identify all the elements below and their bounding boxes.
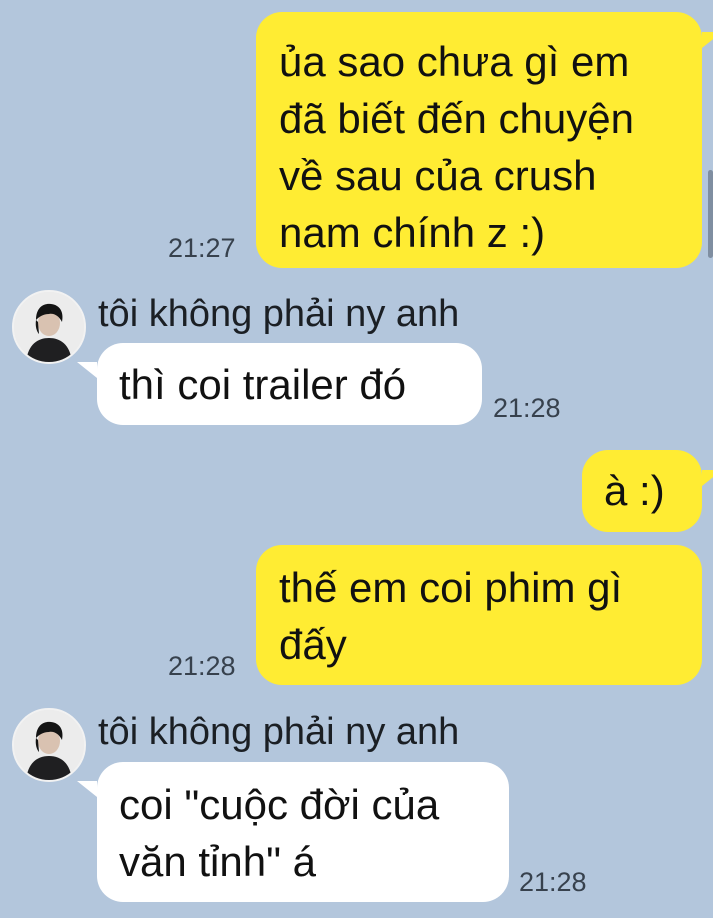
scrollbar[interactable] [708, 170, 713, 258]
message-timestamp: 21:27 [168, 233, 236, 263]
profile-photo-icon [14, 292, 84, 362]
sender-name: tôi không phải ny anh [98, 293, 460, 335]
message-timestamp: 21:28 [168, 651, 236, 681]
avatar[interactable] [12, 708, 86, 782]
message-timestamp: 21:28 [493, 393, 561, 423]
avatar[interactable] [12, 290, 86, 364]
message-timestamp: 21:28 [519, 867, 587, 897]
profile-photo-icon [14, 710, 84, 780]
bubble-tail [702, 470, 713, 486]
sender-name: tôi không phải ny anh [98, 711, 460, 753]
message-bubble[interactable]: ủa sao chưa gì em đã biết đến chuyện về … [256, 12, 702, 268]
message-bubble[interactable]: thì coi trailer đó [97, 343, 482, 425]
bubble-tail [77, 362, 97, 378]
message-bubble[interactable]: thế em coi phim gì đấy [256, 545, 702, 685]
bubble-tail [77, 781, 97, 797]
bubble-tail [702, 32, 713, 48]
message-bubble[interactable]: à :) [582, 450, 702, 532]
message-bubble[interactable]: coi "cuộc đời của văn tỉnh" á [97, 762, 509, 902]
